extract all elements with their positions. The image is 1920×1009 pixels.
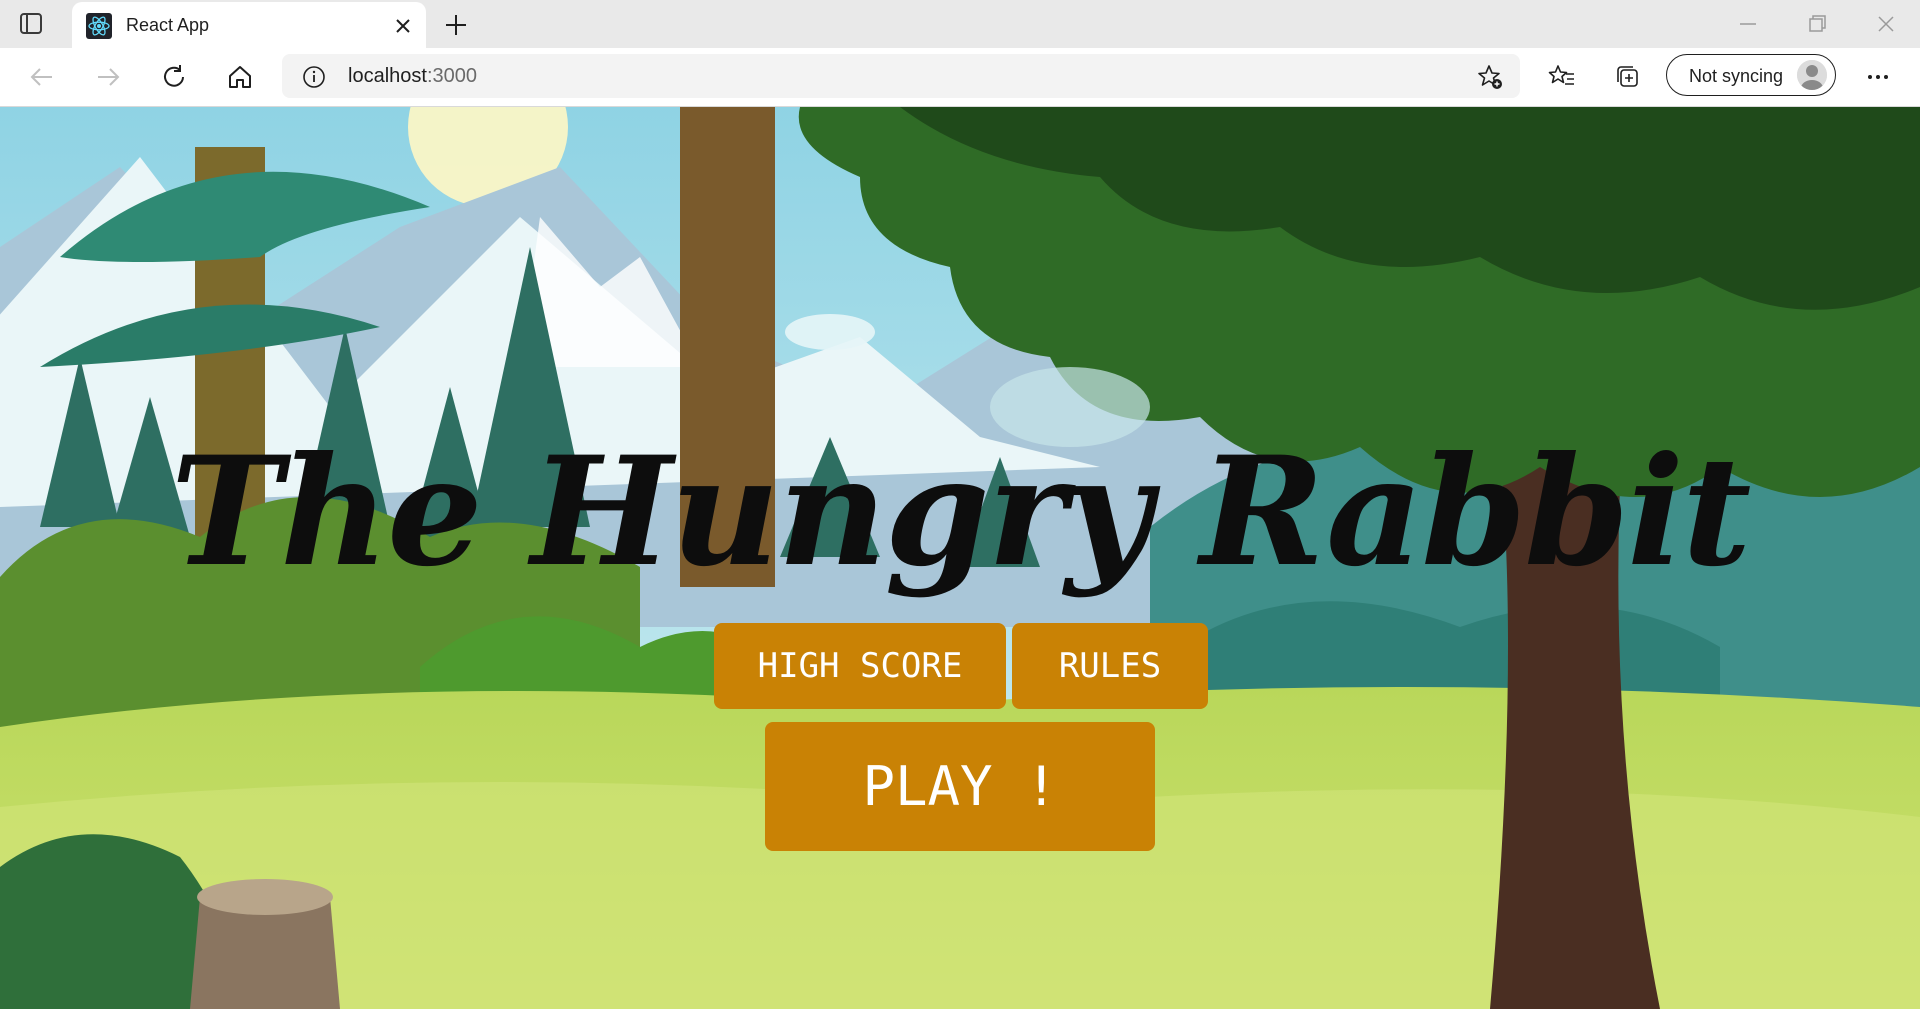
browser-tab[interactable]: React App xyxy=(72,2,426,48)
back-arrow-icon[interactable] xyxy=(26,61,58,93)
favorite-add-icon[interactable] xyxy=(1476,63,1504,91)
close-icon[interactable] xyxy=(392,15,414,37)
url-text[interactable]: localhost:3000 xyxy=(348,65,477,88)
game-title: The Hungry Rabbit xyxy=(170,424,1752,600)
window-close-icon[interactable] xyxy=(1872,11,1900,37)
forward-arrow-icon[interactable] xyxy=(92,61,124,93)
favorites-list-icon[interactable] xyxy=(1546,61,1578,93)
url-host: localhost xyxy=(348,65,427,87)
profile-avatar-icon xyxy=(1797,60,1827,90)
url-port: :3000 xyxy=(426,65,477,87)
play-button[interactable]: PLAY ! xyxy=(765,722,1155,851)
restore-icon[interactable] xyxy=(1803,11,1831,37)
browser-toolbar: localhost:3000 Not syncing xyxy=(0,48,1920,107)
tab-strip: React App xyxy=(0,0,1920,48)
home-icon[interactable] xyxy=(224,61,256,93)
rules-button[interactable]: RULES xyxy=(1012,623,1208,709)
plus-icon[interactable] xyxy=(442,11,470,39)
refresh-icon[interactable] xyxy=(158,61,190,93)
tab-actions-icon[interactable] xyxy=(18,11,46,37)
game-viewport: The Hungry Rabbit HIGH SCORE RULES PLAY … xyxy=(0,107,1920,1009)
tab-title: React App xyxy=(126,15,210,35)
more-dots-icon[interactable] xyxy=(1862,61,1894,93)
minimize-icon[interactable] xyxy=(1734,11,1762,37)
high-score-button[interactable]: HIGH SCORE xyxy=(714,623,1006,709)
collections-icon[interactable] xyxy=(1612,61,1644,93)
sync-status-label: Not syncing xyxy=(1689,66,1784,86)
address-bar[interactable]: localhost:3000 xyxy=(282,54,1520,98)
profile-sync-button[interactable]: Not syncing xyxy=(1666,54,1836,96)
info-icon[interactable] xyxy=(302,65,326,89)
react-logo-icon xyxy=(86,13,112,39)
